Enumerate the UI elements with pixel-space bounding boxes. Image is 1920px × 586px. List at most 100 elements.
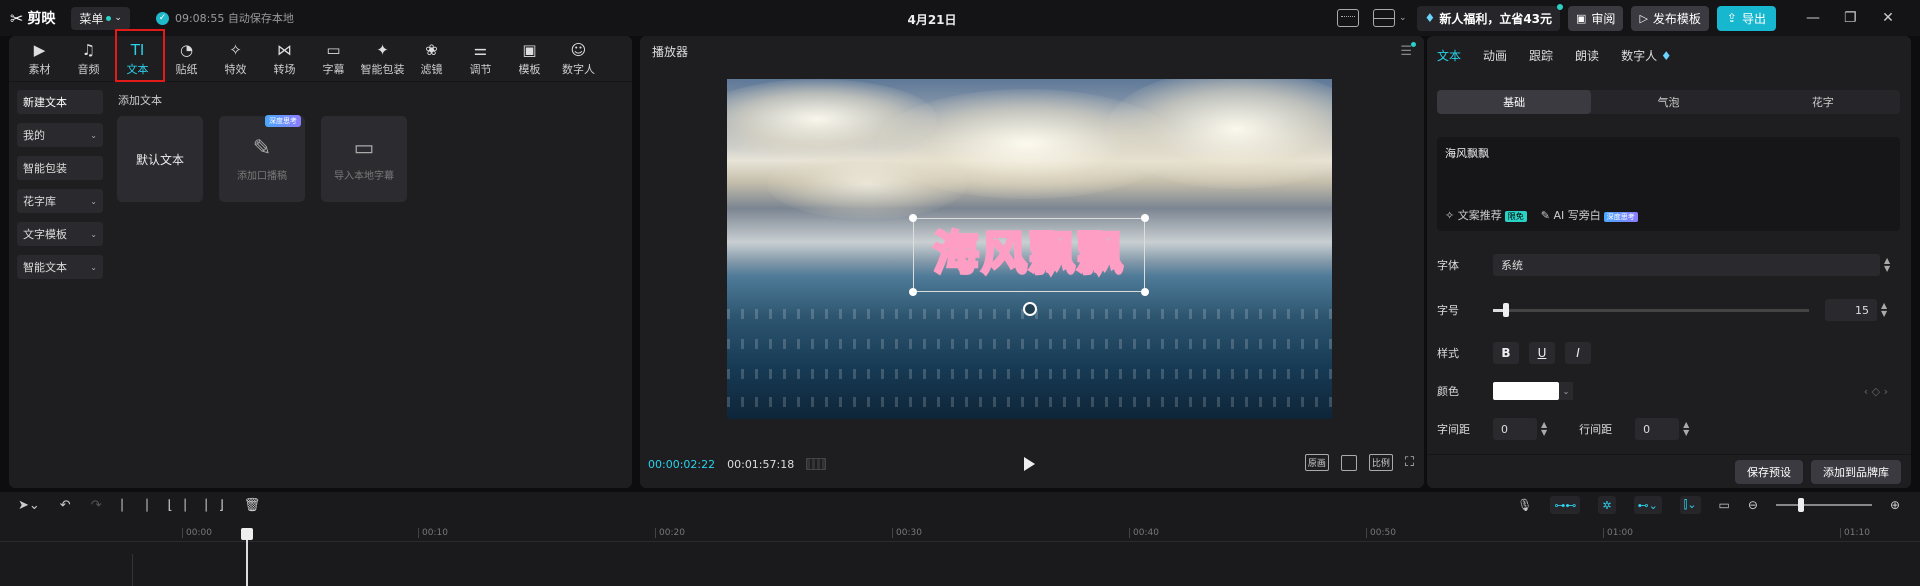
text-content-input[interactable]: 海风飘飘 ✧ 文案推荐 限免 ✎ AI 写旁白 深度思考 bbox=[1437, 137, 1900, 231]
resize-handle[interactable] bbox=[909, 214, 917, 222]
add-to-brand-button[interactable]: 添加到品牌库 bbox=[1811, 459, 1901, 484]
shortcut-icon[interactable] bbox=[1337, 9, 1359, 27]
zoom-out-icon[interactable]: ⊖ bbox=[1748, 498, 1758, 512]
import-subtitle-card[interactable]: ▭ 导入本地字幕 bbox=[321, 116, 407, 202]
time-tick-label: 00:00 bbox=[182, 528, 212, 538]
layout-chevron-icon[interactable]: ⌄ bbox=[1399, 13, 1407, 23]
tab-smart-pack[interactable]: ✦ 智能包装 bbox=[358, 37, 407, 81]
play-icon[interactable] bbox=[1024, 457, 1035, 471]
side-item[interactable]: 我的 ⌄ bbox=[17, 123, 103, 147]
tab-media[interactable]: ▶ 素材 bbox=[15, 37, 64, 81]
tab-effects[interactable]: ✧ 特效 bbox=[211, 37, 260, 81]
font-size-slider[interactable] bbox=[1493, 302, 1809, 317]
line-spacing-stepper-icon[interactable]: ▲ ▼ bbox=[1683, 421, 1689, 437]
tab-digital-human[interactable]: ☺ 数字人 bbox=[554, 37, 603, 81]
menu-button[interactable]: 菜单 ⌄ bbox=[71, 6, 130, 30]
rotate-handle-icon[interactable] bbox=[1023, 302, 1037, 316]
player-title: 播放器 bbox=[652, 44, 689, 59]
resize-handle[interactable] bbox=[1141, 214, 1149, 222]
tab-audio[interactable]: ♫ 音频 bbox=[64, 37, 113, 81]
review-button[interactable]: ▣ 审阅 bbox=[1568, 5, 1624, 31]
close-icon[interactable]: ✕ bbox=[1882, 10, 1894, 26]
template-icon: ▣ bbox=[522, 40, 537, 59]
save-preset-button[interactable]: 保存预设 bbox=[1735, 459, 1803, 484]
select-tool-icon[interactable]: ➤⌄ bbox=[18, 498, 40, 513]
time-tick-label: 01:10 bbox=[1840, 528, 1870, 538]
layout-icon[interactable] bbox=[1373, 9, 1395, 27]
side-item[interactable]: 文字模板 ⌄ bbox=[17, 222, 103, 246]
video-preview[interactable]: 海风飘飘 bbox=[727, 79, 1332, 419]
subtab-bubble[interactable]: 气泡 bbox=[1591, 90, 1745, 114]
line-spacing-input[interactable]: 0 bbox=[1635, 418, 1680, 440]
underline-icon[interactable]: U bbox=[1529, 342, 1555, 364]
ratio-button[interactable]: 比例 bbox=[1368, 454, 1393, 471]
side-item[interactable]: 新建文本 bbox=[17, 90, 103, 114]
char-spacing-input[interactable]: 0 bbox=[1493, 418, 1537, 440]
split-left-icon[interactable]: ⌊⎹ bbox=[168, 498, 186, 513]
ai-narration-button[interactable]: ✎ AI 写旁白 深度思考 bbox=[1541, 207, 1638, 223]
tab-text[interactable]: TI 文本 bbox=[113, 29, 165, 82]
auto-snap-icon[interactable]: ✲ bbox=[1598, 496, 1616, 514]
tab-tracking[interactable]: 跟踪 bbox=[1529, 47, 1553, 64]
default-text-card[interactable]: 默认文本 bbox=[117, 116, 203, 202]
original-quality-button[interactable]: 原画 bbox=[1304, 454, 1329, 471]
resize-handle[interactable] bbox=[909, 288, 917, 296]
zoom-in-icon[interactable]: ⊕ bbox=[1890, 498, 1900, 512]
size-stepper-icon[interactable]: ▲ ▼ bbox=[1881, 302, 1887, 318]
fullscreen-icon[interactable]: ⛶ bbox=[1405, 455, 1414, 470]
tab-transition[interactable]: ⋈ 转场 bbox=[260, 37, 309, 81]
subtab-basic[interactable]: 基础 bbox=[1437, 90, 1592, 114]
add-script-card[interactable]: 深度思考 ✎ 添加口播稿 bbox=[219, 115, 305, 202]
delete-icon[interactable]: 🗑 bbox=[244, 498, 261, 513]
tab-sticker[interactable]: ◔ 贴纸 bbox=[162, 37, 211, 81]
side-item[interactable]: 花字库 ⌄ bbox=[17, 189, 103, 213]
playhead[interactable] bbox=[241, 528, 253, 586]
timeline-preview-icon[interactable]: ▭ bbox=[1719, 498, 1730, 512]
tab-digital-human[interactable]: 数字人 ♦ bbox=[1621, 47, 1672, 64]
preview-axis-icon[interactable]: ⫿⌄ bbox=[1679, 496, 1701, 514]
keyframe-icon[interactable]: ‹ ◇ › bbox=[1864, 385, 1888, 398]
subtab-fancy-text[interactable]: 花字 bbox=[1746, 90, 1900, 114]
resize-handle[interactable] bbox=[1141, 288, 1149, 296]
tab-template[interactable]: ▣ 模板 bbox=[505, 37, 554, 81]
export-button[interactable]: ⇪ 导出 bbox=[1716, 5, 1776, 31]
tab-subtitle[interactable]: ▭ 字幕 bbox=[309, 37, 358, 81]
minimize-icon[interactable]: — bbox=[1806, 10, 1820, 26]
diamond-icon: ♦ bbox=[1424, 11, 1436, 25]
split-icon[interactable]: ⎸⎹ bbox=[122, 498, 148, 513]
publish-template-button[interactable]: ▷ 发布模板 bbox=[1631, 5, 1709, 31]
font-stepper-icon[interactable]: ▲ ▼ bbox=[1884, 257, 1890, 273]
caption-selection-box[interactable] bbox=[913, 218, 1145, 292]
check-icon: ✓ bbox=[155, 11, 169, 25]
microphone-icon[interactable]: 🎙 bbox=[1517, 498, 1532, 512]
color-swatch[interactable] bbox=[1493, 382, 1559, 400]
screenshot-icon[interactable] bbox=[1340, 454, 1357, 471]
split-right-icon[interactable]: ⎸⌋ bbox=[206, 498, 224, 513]
side-item[interactable]: 智能文本 ⌄ bbox=[17, 255, 103, 279]
italic-icon[interactable]: I bbox=[1565, 342, 1591, 364]
tab-adjust[interactable]: ⚌ 调节 bbox=[456, 37, 505, 81]
tab-text[interactable]: 文本 bbox=[1437, 47, 1461, 64]
font-size-input[interactable]: 15 bbox=[1825, 299, 1877, 321]
bold-icon[interactable]: B bbox=[1493, 342, 1519, 364]
copy-suggest-button[interactable]: ✧ 文案推荐 限免 bbox=[1445, 207, 1527, 223]
undo-icon[interactable]: ↶ bbox=[60, 498, 71, 513]
media-icon: ▶ bbox=[33, 40, 46, 59]
color-dropdown-icon[interactable]: ⌄ bbox=[1559, 382, 1573, 400]
promo-button[interactable]: ♦ 新人福利，立省43元 bbox=[1416, 3, 1564, 31]
hamburger-menu-icon[interactable]: ☰ bbox=[1400, 41, 1416, 59]
tab-filter[interactable]: ❀ 滤镜 bbox=[407, 37, 456, 81]
main-track-magnet-icon[interactable]: ⊶⊷ bbox=[1550, 496, 1581, 514]
linkage-icon[interactable]: ⊷⌄ bbox=[1633, 496, 1662, 514]
project-title[interactable]: 4月21日 bbox=[812, 11, 1052, 28]
redo-icon[interactable]: ↷ bbox=[91, 498, 102, 513]
chevron-down-icon: ⌄ bbox=[90, 130, 97, 140]
tab-read-aloud[interactable]: 朗读 bbox=[1575, 47, 1599, 64]
side-item[interactable]: 智能包装 bbox=[17, 156, 103, 180]
char-spacing-stepper-icon[interactable]: ▲ ▼ bbox=[1541, 421, 1547, 437]
time-ruler[interactable]: 00:00 00:10 00:20 00:30 00:40 00:50 01:00 01:10 bbox=[0, 528, 1920, 542]
font-select[interactable]: 系统 bbox=[1493, 254, 1880, 276]
zoom-slider[interactable] bbox=[1775, 498, 1872, 512]
tab-animation[interactable]: 动画 bbox=[1483, 47, 1507, 64]
restore-icon[interactable]: ❐ bbox=[1844, 10, 1857, 26]
